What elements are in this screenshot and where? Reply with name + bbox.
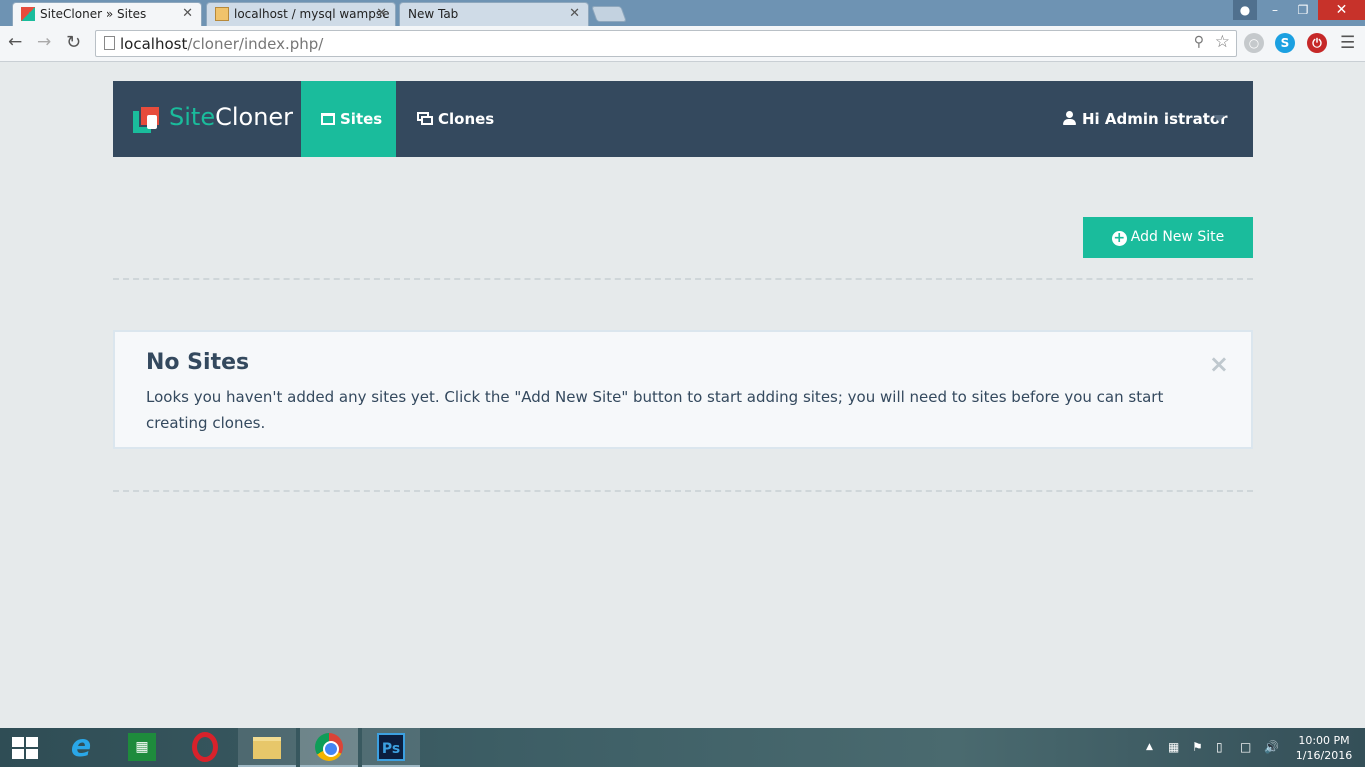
bookmark-star-icon[interactable]: ☆ [1215, 32, 1230, 52]
alert-close-icon[interactable]: × [1209, 350, 1229, 378]
battery-icon[interactable]: ▯ [1216, 728, 1223, 767]
browser-tab-sitecloner[interactable]: SiteCloner » Sites ✕ [12, 2, 202, 27]
clock-time: 10:00 PM [1298, 734, 1350, 747]
url-host: localhost [120, 35, 188, 53]
extension-grey-icon[interactable]: ○ [1244, 33, 1264, 53]
tab-title: SiteCloner » Sites [40, 7, 147, 21]
browser-menu-icon[interactable]: ☰ [1340, 33, 1355, 53]
user-menu-toggle[interactable]: Hi Admin istrator [1063, 81, 1228, 157]
stop-extension-icon[interactable]: ⏻ [1307, 33, 1327, 53]
nav-clones-label: Clones [438, 110, 495, 128]
app-navbar: SiteCloner Sites Clones Hi Admin istrato… [113, 81, 1253, 157]
network-icon[interactable]: □ [1240, 728, 1251, 767]
browser-tab-strip: SiteCloner » Sites ✕ localhost / mysql w… [0, 0, 1365, 27]
nav-item-sites[interactable]: Sites [301, 81, 396, 157]
close-window-button[interactable]: ✕ [1318, 0, 1365, 20]
photoshop-icon[interactable]: Ps [362, 728, 420, 767]
windows-start-icon[interactable] [12, 737, 38, 759]
internet-explorer-icon[interactable]: e [52, 728, 110, 767]
nav-sites-label: Sites [340, 110, 383, 128]
clone-windows-icon [417, 112, 434, 125]
clock-date: 1/16/2016 [1295, 749, 1353, 762]
file-explorer-icon[interactable] [238, 728, 296, 767]
sitecloner-logo-icon [133, 107, 159, 133]
skype-extension-icon[interactable]: S [1275, 33, 1295, 53]
tab-close-icon[interactable]: ✕ [182, 6, 193, 21]
plus-circle-icon: + [1111, 230, 1127, 246]
tab-close-icon[interactable]: ✕ [376, 6, 387, 21]
address-bar[interactable]: localhost/cloner/index.php/ ⚲ ☆ [95, 30, 1237, 57]
forward-arrow-icon[interactable]: → [37, 32, 51, 52]
tab-title: New Tab [408, 7, 459, 21]
dashed-divider [113, 278, 1253, 280]
browser-toolbar: ← → ↻ localhost/cloner/index.php/ ⚲ ☆ ○ … [0, 26, 1365, 62]
brand-name: SiteCloner [169, 103, 294, 131]
page-icon [104, 36, 115, 50]
nav-item-clones[interactable]: Clones [397, 81, 514, 157]
browser-tab-new-tab[interactable]: New Tab ✕ [399, 2, 589, 26]
url-text[interactable]: localhost/cloner/index.php/ [120, 35, 323, 53]
new-tab-button[interactable] [591, 6, 627, 22]
browser-tab-phpmyadmin[interactable]: localhost / mysql wampse ✕ [206, 2, 396, 26]
alert-title: No Sites [146, 350, 250, 375]
maximize-button[interactable]: ❐ [1290, 0, 1316, 20]
no-sites-alert: No Sites Looks you haven't added any sit… [113, 330, 1253, 449]
show-hidden-icons-icon[interactable]: ▲ [1146, 728, 1153, 767]
alert-message: Looks you haven't added any sites yet. C… [146, 388, 1164, 432]
system-clock[interactable]: 10:00 PM 1/16/2016 [1290, 733, 1358, 763]
minimize-button[interactable]: – [1262, 0, 1288, 20]
windows-store-icon[interactable]: ▦ [113, 728, 171, 767]
flag-error-icon[interactable]: ⚑ [1192, 728, 1203, 767]
user-icon [1063, 111, 1076, 125]
dashed-divider [113, 490, 1253, 492]
action-center-icon[interactable]: ▦ [1168, 728, 1179, 767]
add-new-site-label: Add New Site [1130, 229, 1225, 245]
key-icon[interactable]: ⚲ [1194, 34, 1204, 50]
phpmyadmin-favicon-icon [215, 7, 229, 21]
url-path: /cloner/index.php/ [187, 35, 324, 53]
sitecloner-favicon-icon [21, 7, 35, 21]
user-greeting: Hi Admin istrator [1082, 110, 1228, 128]
add-new-site-button[interactable]: + Add New Site [1083, 217, 1253, 258]
volume-icon[interactable]: 🔊 [1264, 728, 1279, 767]
opera-icon[interactable] [176, 728, 234, 767]
chrome-icon[interactable] [300, 728, 358, 767]
user-profile-icon[interactable]: ● [1233, 0, 1257, 20]
back-arrow-icon[interactable]: ← [8, 32, 22, 52]
window-icon [321, 113, 335, 125]
windows-taskbar: e ▦ Ps ▲ ▦ ⚑ ▯ □ 🔊 10:00 PM 1/16/2016 [0, 728, 1365, 767]
reload-icon[interactable]: ↻ [66, 32, 81, 53]
tab-title: localhost / mysql wampse [234, 7, 390, 21]
chevron-down-icon[interactable] [1213, 115, 1225, 122]
tab-close-icon[interactable]: ✕ [569, 6, 580, 21]
